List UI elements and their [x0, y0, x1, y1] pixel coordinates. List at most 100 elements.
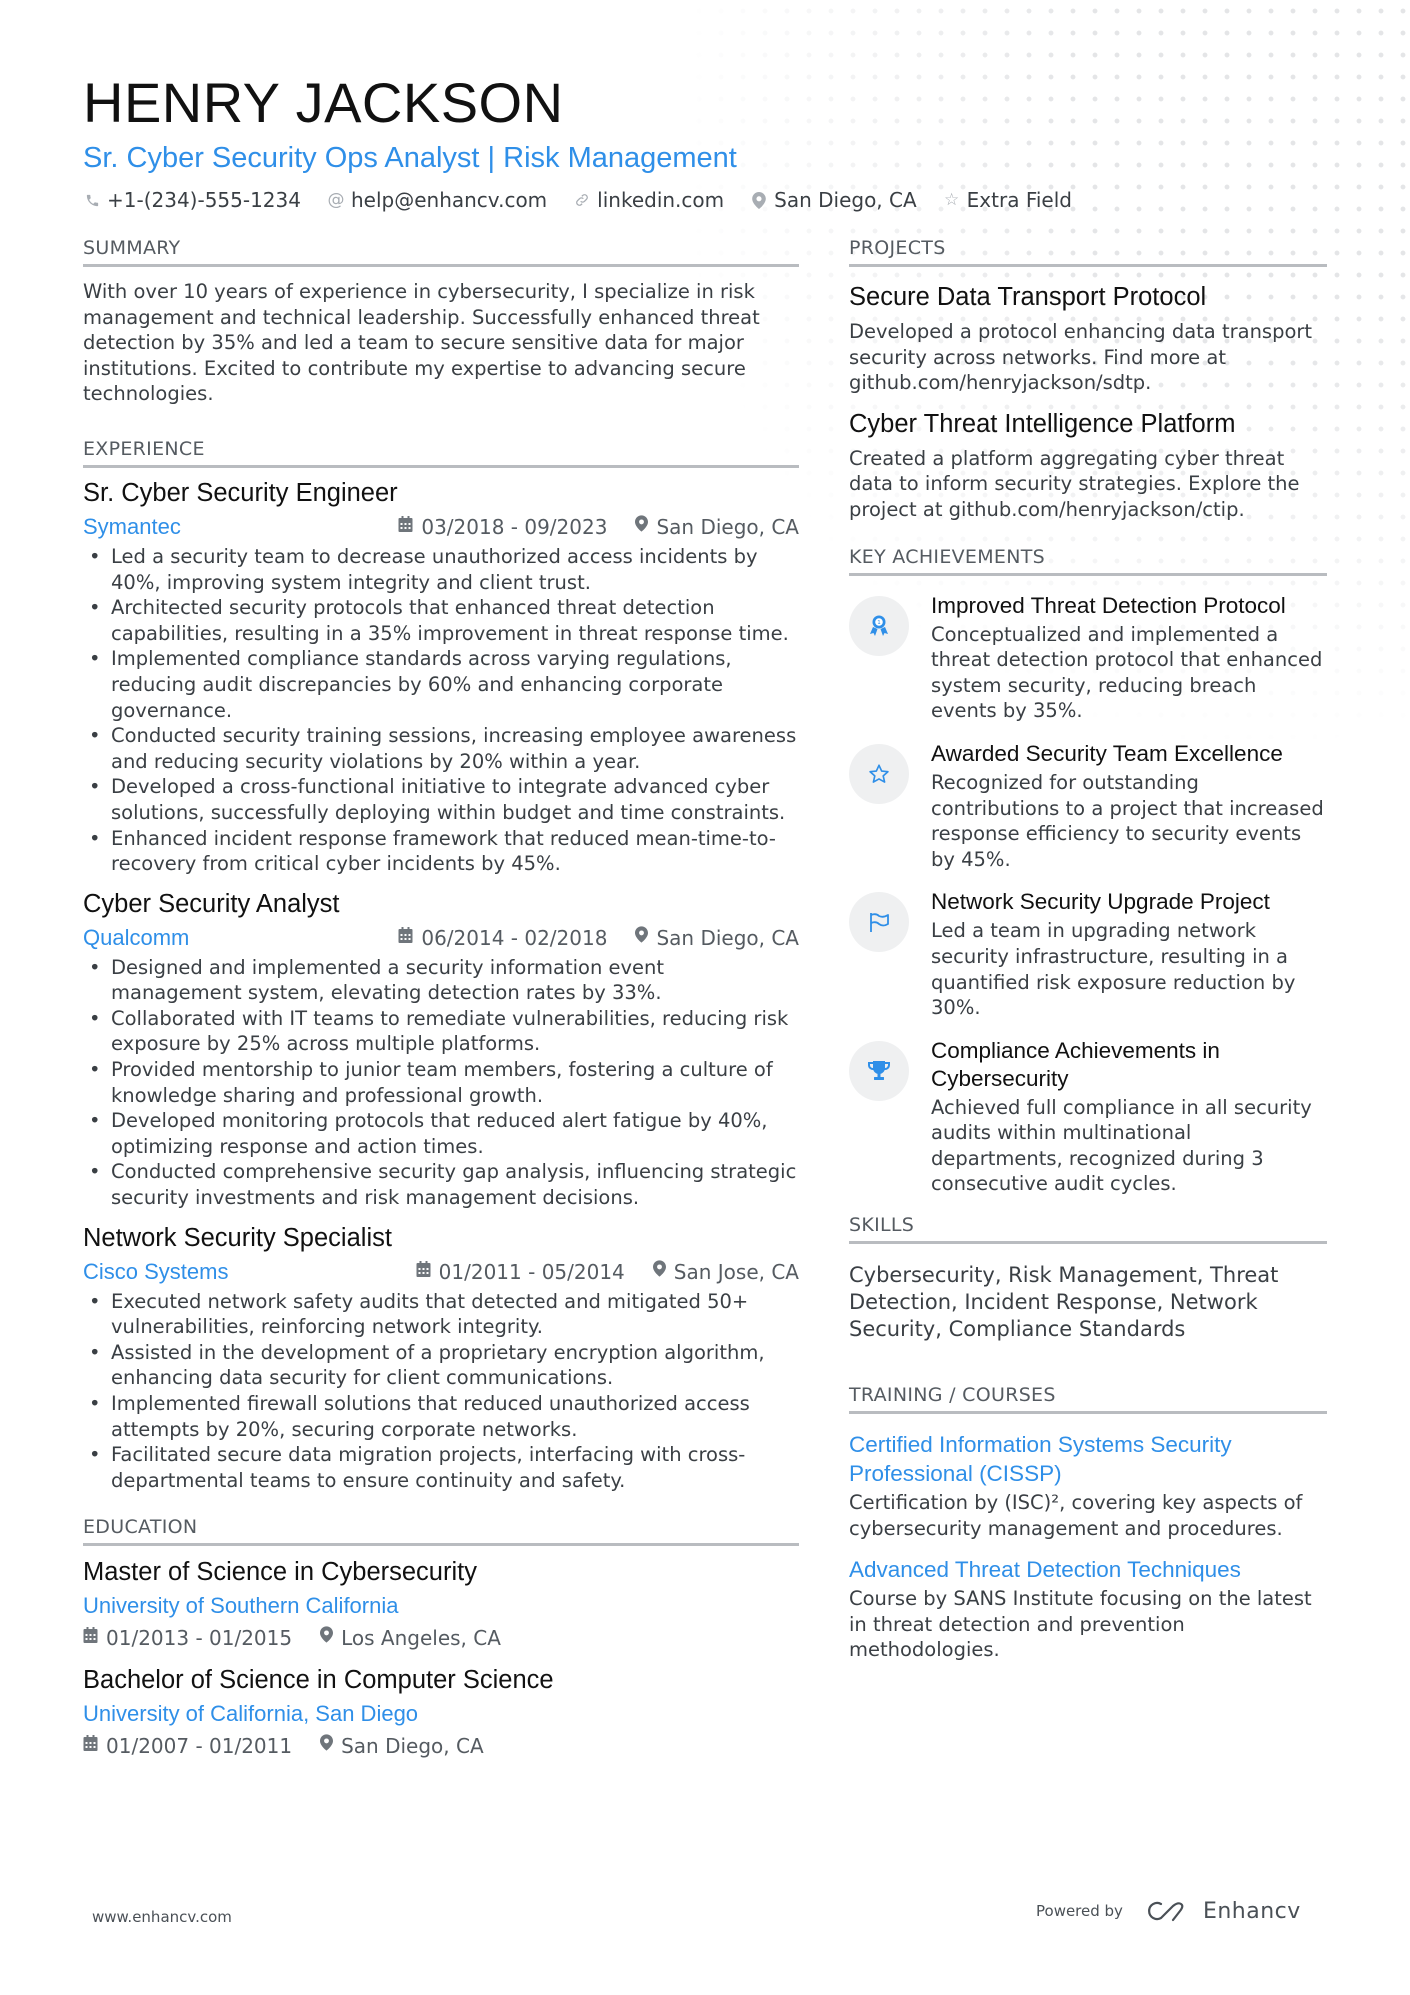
job-bullets: Executed network safety audits that dete… [83, 1289, 799, 1494]
contact-email[interactable]: @ help@enhancv.com [327, 188, 547, 212]
bullet-item: Designed and implemented a security info… [83, 955, 799, 1006]
contact-phone[interactable]: +1-(234)-555-1234 [83, 188, 301, 212]
bullet-item: Developed monitoring protocols that redu… [83, 1108, 799, 1159]
degree: Bachelor of Science in Computer Science [83, 1666, 554, 1695]
project-description: Created a platform aggregating cyber thr… [849, 446, 1300, 521]
skills-list: Cybersecurity, Risk Management, Threat D… [849, 1263, 1279, 1342]
bullet-item: Implemented compliance standards across … [83, 646, 799, 723]
skills-section: SKILLS Cybersecurity, Risk Management, T… [849, 1213, 1327, 1343]
education-dates: 01/2013 - 01/2015 [106, 1626, 293, 1651]
section-heading: KEY ACHIEVEMENTS [849, 545, 1327, 576]
section-heading: EDUCATION [83, 1515, 799, 1547]
training-section: TRAINING / COURSES Certified Information… [849, 1383, 1327, 1663]
school-name[interactable]: University of California, San Diego [83, 1698, 799, 1730]
bullet-item: Assisted in the development of a proprie… [83, 1340, 799, 1391]
summary-section: SUMMARY With over 10 years of experience… [83, 236, 799, 407]
at-icon: @ [327, 190, 345, 210]
star-icon: ☆ [944, 190, 960, 210]
achievement-entry: Compliance Achievements in Cybersecurity… [849, 1037, 1327, 1197]
contact-phone-value: +1-(234)-555-1234 [107, 188, 301, 212]
enhancv-logo-icon [1148, 1901, 1184, 1922]
course-description: Certification by (ISC)², covering key as… [849, 1491, 1303, 1540]
section-heading: SKILLS [849, 1213, 1327, 1245]
experience-entry: Network Security Specialist Cisco System… [83, 1221, 799, 1494]
star-icon [849, 743, 909, 804]
bullet-item: Conducted comprehensive security gap ana… [83, 1159, 799, 1210]
job-bullets: Designed and implemented a security info… [83, 955, 799, 1211]
job-location: San Jose, CA [673, 1259, 799, 1284]
bullet-item: Provided mentorship to junior team membe… [83, 1057, 799, 1108]
contact-location-value: San Diego, CA [774, 188, 917, 212]
job-dates: 01/2011 - 05/2014 [438, 1259, 625, 1284]
location-icon [320, 1730, 334, 1762]
contact-row: +1-(234)-555-1234 @ help@enhancv.com lin… [83, 188, 1072, 212]
company-name[interactable]: Symantec [83, 510, 181, 544]
job-location: San Diego, CA [656, 514, 799, 539]
contact-email-value: help@enhancv.com [350, 188, 548, 212]
resume-page: HENRY JACKSON Sr. Cyber Security Ops Ana… [0, 0, 1410, 1995]
contact-extra: ☆ Extra Field [943, 188, 1072, 212]
course-entry: Certified Information Systems Security P… [849, 1430, 1327, 1541]
brand-name: Enhancv [1202, 1898, 1301, 1924]
powered-by-label: Powered by [1036, 1902, 1123, 1920]
footer-branding: Powered by Enhancv [1036, 1898, 1301, 1924]
section-heading: SUMMARY [83, 236, 799, 267]
achievement-description: Achieved full compliance in all security… [931, 1095, 1312, 1196]
achievement-entry: Network Security Upgrade Project Led a t… [849, 888, 1327, 1020]
location-icon [652, 1255, 666, 1289]
projects-section: PROJECTS Secure Data Transport Protocol … [849, 236, 1327, 523]
job-bullets: Led a security team to decrease unauthor… [83, 544, 799, 877]
bullet-item: Enhanced incident response framework tha… [83, 826, 799, 877]
job-location: San Diego, CA [656, 925, 799, 950]
phone-icon [83, 193, 101, 208]
bullet-item: Executed network safety audits that dete… [83, 1289, 799, 1340]
trophy-icon [849, 1040, 909, 1101]
bullet-item: Architected security protocols that enha… [83, 595, 799, 646]
contact-linkedin[interactable]: linkedin.com [573, 188, 724, 212]
education-section: EDUCATION Master of Science in Cybersecu… [83, 1515, 799, 1762]
experience-entry: Sr. Cyber Security Engineer Symantec 03/… [83, 476, 799, 877]
location-icon [320, 1622, 334, 1654]
bullet-item: Led a security team to decrease unauthor… [83, 544, 799, 595]
job-meta: Cisco Systems 01/2011 - 05/2014 San Jose… [83, 1255, 799, 1289]
candidate-name: HENRY JACKSON [83, 71, 564, 134]
enhancv-logo[interactable]: Enhancv [1145, 1898, 1301, 1924]
achievement-title: Improved Threat Detection Protocol [931, 592, 1286, 618]
footer-website[interactable]: www.enhancv.com [92, 1908, 232, 1926]
achievement-title: Compliance Achievements in Cybersecurity [931, 1037, 1220, 1091]
school-name[interactable]: University of Southern California [83, 1590, 799, 1622]
left-column: SUMMARY With over 10 years of experience… [83, 236, 799, 1770]
job-meta: Symantec 03/2018 - 09/2023 San Diego, CA [83, 510, 799, 544]
calendar-icon [83, 1622, 98, 1654]
company-name[interactable]: Qualcomm [83, 921, 189, 955]
bullet-item: Developed a cross-functional initiative … [83, 774, 799, 825]
resume-header: HENRY JACKSON Sr. Cyber Security Ops Ana… [83, 70, 1072, 212]
job-dates: 03/2018 - 09/2023 [421, 514, 608, 539]
project-title: Secure Data Transport Protocol [849, 283, 1207, 311]
course-description: Course by SANS Institute focusing on the… [849, 1587, 1312, 1662]
location-icon [635, 921, 649, 955]
section-heading: EXPERIENCE [83, 437, 799, 468]
experience-section: EXPERIENCE Sr. Cyber Security Engineer S… [83, 437, 799, 1493]
achievement-description: Recognized for outstanding contributions… [931, 770, 1324, 871]
course-title[interactable]: Advanced Threat Detection Techniques [849, 1555, 1327, 1584]
course-title[interactable]: Certified Information Systems Security P… [849, 1430, 1327, 1488]
calendar-icon [83, 1730, 98, 1762]
link-icon [573, 192, 591, 208]
achievement-title: Network Security Upgrade Project [931, 889, 1270, 915]
education-location: San Diego, CA [341, 1734, 484, 1759]
job-title: Sr. Cyber Security Engineer [83, 478, 398, 507]
job-title: Network Security Specialist [83, 1223, 392, 1252]
course-entry: Advanced Threat Detection Techniques Cou… [849, 1555, 1327, 1663]
candidate-title: Sr. Cyber Security Ops Analyst | Risk Ma… [83, 142, 737, 174]
achievement-description: Led a team in upgrading network security… [931, 919, 1296, 1020]
calendar-icon [416, 1255, 431, 1289]
location-icon [635, 510, 649, 544]
right-column: PROJECTS Secure Data Transport Protocol … [849, 236, 1327, 1677]
svg-text:1: 1 [877, 620, 881, 626]
bullet-item: Conducted security training sessions, in… [83, 723, 799, 774]
flag-icon [849, 892, 909, 953]
company-name[interactable]: Cisco Systems [83, 1255, 228, 1289]
contact-linkedin-value: linkedin.com [597, 188, 725, 212]
award-medal-icon: 1 [849, 595, 909, 656]
